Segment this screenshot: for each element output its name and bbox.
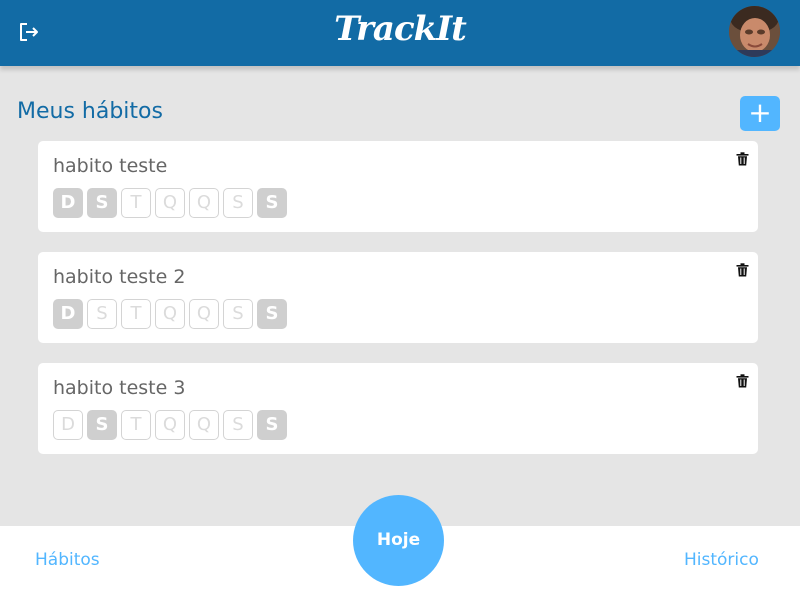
habit-name: habito teste 3 — [53, 377, 186, 399]
weekday-toggle[interactable]: T — [121, 299, 151, 329]
weekday-toggle[interactable]: S — [257, 410, 287, 440]
trash-icon[interactable] — [736, 262, 749, 277]
app-logo: TrackIt — [334, 9, 467, 49]
weekday-toggle[interactable]: D — [53, 410, 83, 440]
weekday-toggle[interactable]: S — [87, 299, 117, 329]
weekday-toggle[interactable]: D — [53, 299, 83, 329]
habit-name: habito teste — [53, 155, 168, 177]
user-avatar[interactable] — [729, 6, 780, 57]
weekday-toggle[interactable]: S — [87, 188, 117, 218]
weekday-toggle[interactable]: S — [87, 410, 117, 440]
weekday-toggle[interactable]: Q — [189, 299, 219, 329]
habit-name: habito teste 2 — [53, 266, 186, 288]
history-link[interactable]: Histórico — [684, 550, 759, 570]
habits-link[interactable]: Hábitos — [35, 550, 100, 570]
top-bar: TrackIt — [0, 0, 800, 66]
weekday-toggle[interactable]: D — [53, 188, 83, 218]
weekday-toggle[interactable]: Q — [155, 188, 185, 218]
weekday-toggle[interactable]: Q — [189, 410, 219, 440]
weekday-toggle[interactable]: Q — [155, 410, 185, 440]
trash-icon[interactable] — [736, 151, 749, 166]
weekday-toggle[interactable]: S — [223, 188, 253, 218]
add-habit-button[interactable]: + — [740, 96, 780, 131]
habit-card: habito teste D S T Q Q S S — [38, 141, 758, 232]
weekday-toggle[interactable]: Q — [189, 188, 219, 218]
habit-card: habito teste 2DSTQQSS — [38, 252, 758, 343]
weekday-toggle[interactable]: S — [257, 188, 287, 218]
trash-icon[interactable] — [736, 373, 749, 388]
page-title: Meus hábitos — [17, 99, 163, 124]
habit-card: habito teste 3DSTQQSS — [38, 363, 758, 454]
today-button[interactable]: Hoje — [353, 495, 444, 586]
weekday-toggle[interactable]: T — [121, 410, 151, 440]
weekday-toggle[interactable]: S — [223, 410, 253, 440]
weekday-toggle[interactable]: S — [257, 299, 287, 329]
weekday-toggle[interactable]: T — [121, 188, 151, 218]
weekday-toggle[interactable]: S — [223, 299, 253, 329]
weekday-toggle[interactable]: Q — [155, 299, 185, 329]
